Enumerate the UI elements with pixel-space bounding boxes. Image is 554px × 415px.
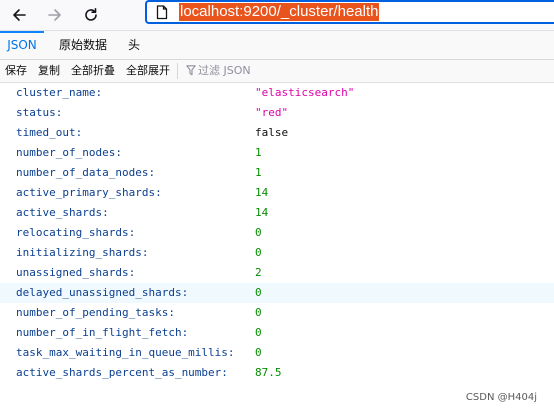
json-row[interactable]: number_of_pending_tasks: 0: [0, 303, 554, 323]
json-key: active_shards_percent_as_number:: [16, 366, 228, 379]
json-value: 0: [255, 346, 262, 359]
json-value: false: [255, 126, 289, 139]
json-row[interactable]: timed_out: false: [0, 123, 554, 143]
json-row[interactable]: active_shards: 14: [0, 203, 554, 223]
json-value: 0: [255, 326, 262, 339]
url-text[interactable]: localhost:9200/_cluster/health: [179, 3, 380, 21]
json-row[interactable]: active_shards_percent_as_number: 87.5: [0, 363, 554, 383]
watermark: CSDN @H404j: [465, 392, 537, 403]
json-key: timed_out:: [16, 126, 83, 139]
filter-icon: [186, 65, 196, 76]
json-value: "elasticsearch": [255, 86, 355, 99]
back-button[interactable]: [6, 2, 32, 28]
json-toolbar: 保存 复制 全部折叠 全部展开: [0, 60, 554, 83]
browser-toolbar: localhost:9200/_cluster/health: [0, 0, 554, 31]
json-key: number_of_nodes:: [16, 146, 122, 159]
copy-button[interactable]: 复制: [38, 60, 60, 82]
tab-json[interactable]: JSON: [0, 31, 44, 59]
toolbar-divider: [177, 63, 178, 79]
json-value: 14: [255, 206, 269, 219]
filter-json-input[interactable]: [198, 62, 348, 79]
collapse-all-button[interactable]: 全部折叠: [71, 60, 115, 82]
json-key: delayed_unassigned_shards:: [16, 286, 189, 299]
expand-all-button[interactable]: 全部展开: [126, 60, 170, 82]
reload-icon: [85, 8, 97, 21]
json-value: 1: [255, 146, 262, 159]
json-key: cluster_name:: [16, 86, 103, 99]
json-row[interactable]: delayed_unassigned_shards: 0: [0, 283, 554, 303]
json-key: relocating_shards:: [16, 226, 136, 239]
json-key: status:: [16, 106, 63, 119]
json-value: 87.5: [255, 366, 282, 379]
json-value: 0: [255, 306, 262, 319]
json-row[interactable]: active_primary_shards: 14: [0, 183, 554, 203]
json-row[interactable]: status: "red": [0, 103, 554, 123]
json-key: initializing_shards:: [16, 246, 149, 259]
json-row[interactable]: cluster_name: "elasticsearch": [0, 83, 554, 103]
json-key: number_of_pending_tasks:: [16, 306, 175, 319]
viewer-tabs: JSON 原始数据 头: [0, 31, 554, 60]
forward-button[interactable]: [42, 2, 68, 28]
json-key: active_shards:: [16, 206, 109, 219]
json-row[interactable]: relocating_shards: 0: [0, 223, 554, 243]
json-value: 0: [255, 246, 262, 259]
json-row[interactable]: number_of_in_flight_fetch: 0: [0, 323, 554, 343]
json-row[interactable]: initializing_shards: 0: [0, 243, 554, 263]
json-key: number_of_in_flight_fetch:: [16, 326, 189, 339]
url-bar[interactable]: localhost:9200/_cluster/health: [145, 0, 554, 24]
forward-arrow-icon: [48, 9, 61, 21]
json-row[interactable]: number_of_data_nodes: 1: [0, 163, 554, 183]
json-key: unassigned_shards:: [16, 266, 136, 279]
back-arrow-icon: [13, 9, 26, 21]
tab-headers[interactable]: 头: [120, 31, 148, 59]
json-value: 1: [255, 166, 262, 179]
json-row[interactable]: task_max_waiting_in_queue_millis: 0: [0, 343, 554, 363]
json-value: 2: [255, 266, 262, 279]
tab-raw-data[interactable]: 原始数据: [50, 31, 116, 59]
json-key: number_of_data_nodes:: [16, 166, 156, 179]
json-row[interactable]: unassigned_shards: 2: [0, 263, 554, 283]
page-icon: [156, 5, 168, 20]
json-key: task_max_waiting_in_queue_millis:: [16, 346, 235, 359]
json-key: active_primary_shards:: [16, 186, 162, 199]
json-value: 0: [255, 226, 262, 239]
json-rows: cluster_name: "elasticsearch" status: "red"…: [0, 83, 554, 383]
json-row[interactable]: number_of_nodes: 1: [0, 143, 554, 163]
json-value: 0: [255, 286, 262, 299]
reload-button[interactable]: [78, 2, 104, 28]
save-button[interactable]: 保存: [5, 60, 27, 82]
json-value: "red": [255, 106, 289, 119]
json-value: 14: [255, 186, 269, 199]
